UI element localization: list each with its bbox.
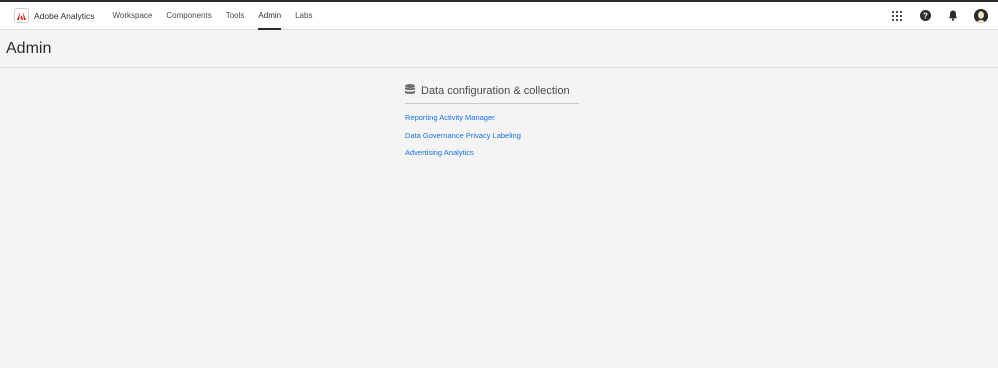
nav-labs[interactable]: Labs <box>295 2 312 29</box>
nav-tools[interactable]: Tools <box>226 2 245 29</box>
section-title: Data configuration & collection <box>421 85 570 97</box>
page-header: Admin <box>0 30 998 68</box>
help-icon[interactable]: ? <box>918 9 932 23</box>
section-header: Data configuration & collection <box>405 83 579 104</box>
link-data-governance-privacy-labeling[interactable]: Data Governance Privacy Labeling <box>405 131 579 149</box>
link-reporting-activity-manager[interactable]: Reporting Activity Manager <box>405 113 579 131</box>
app-name: Adobe Analytics <box>34 10 95 21</box>
brand[interactable]: Adobe Analytics <box>14 2 94 29</box>
svg-text:?: ? <box>923 11 928 20</box>
user-avatar-icon[interactable] <box>974 8 988 23</box>
adobe-logo-icon <box>14 8 29 23</box>
nav-admin[interactable]: Admin <box>258 2 281 30</box>
nav-workspace[interactable]: Workspace <box>112 2 152 29</box>
database-icon <box>405 82 415 100</box>
top-navigation-bar: Adobe Analytics Workspace Components Too… <box>0 0 998 30</box>
bell-icon[interactable] <box>946 9 960 23</box>
nav-components[interactable]: Components <box>166 2 211 29</box>
main-nav: Workspace Components Tools Admin Labs <box>112 2 326 30</box>
link-advertising-analytics[interactable]: Advertising Analytics <box>405 148 579 166</box>
data-config-section: Data configuration & collection Reportin… <box>405 83 579 166</box>
header-actions: ? <box>876 2 988 29</box>
apps-grid-icon[interactable] <box>890 9 904 23</box>
page-title: Admin <box>6 39 52 57</box>
section-links: Reporting Activity Manager Data Governan… <box>405 113 579 166</box>
